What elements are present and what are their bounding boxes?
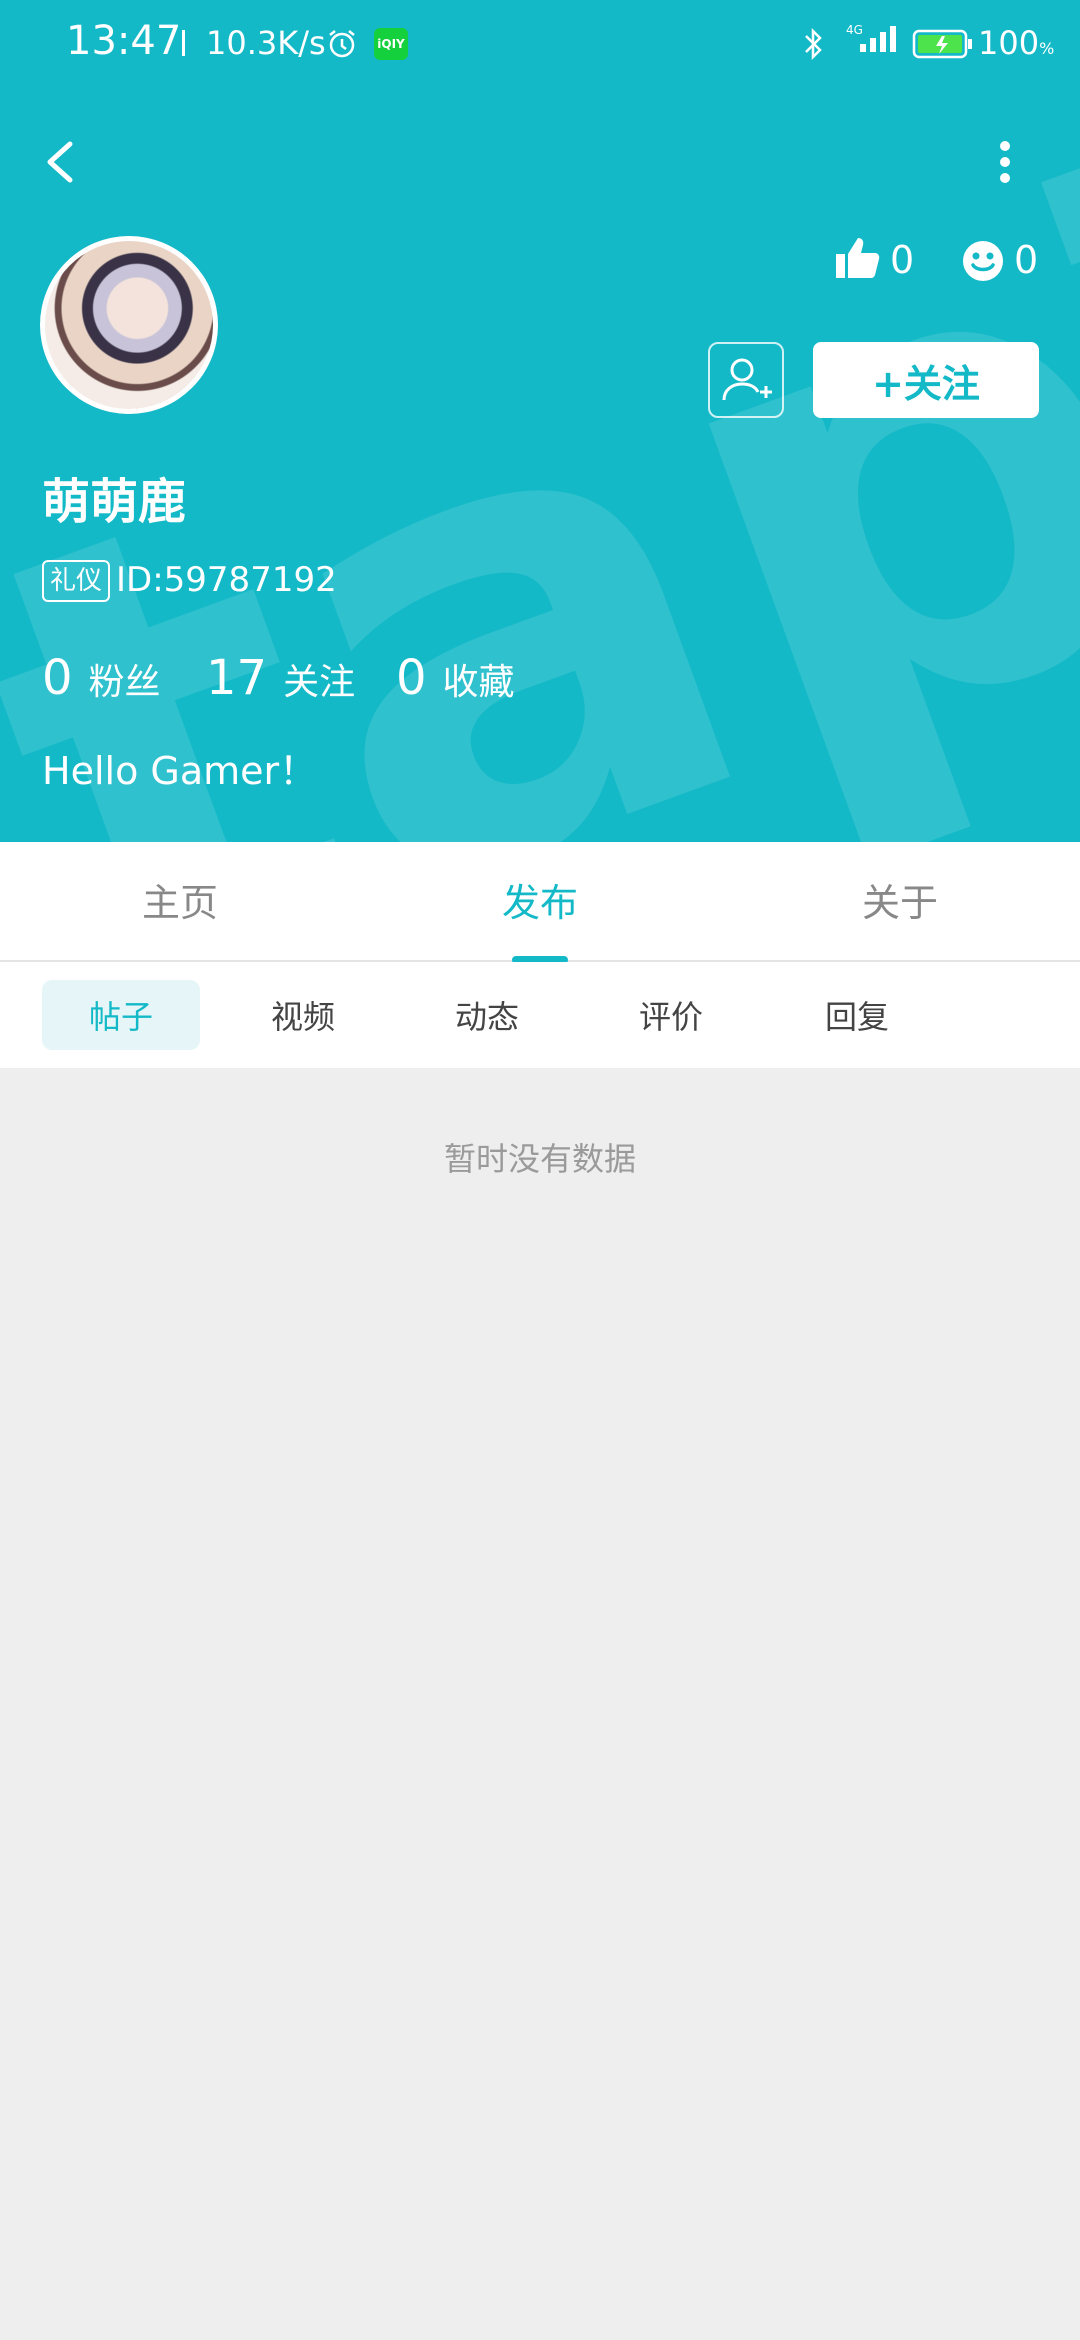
subtab-posts[interactable]: 帖子 [42,980,200,1050]
follow-button[interactable]: +关注 [813,342,1039,418]
subtab-videos[interactable]: 视频 [224,980,382,1050]
back-button[interactable] [36,130,86,190]
subtab-moments[interactable]: 动态 [408,980,566,1050]
status-time: 13:47 [66,18,182,64]
thumbs-up-icon[interactable] [834,236,880,284]
stat-favorites[interactable]: 0 收藏 [396,650,515,706]
signal-icon: 4G [840,22,904,66]
battery-icon [912,28,974,64]
tab-posts[interactable]: 发布 [440,872,640,927]
like-count: 0 [890,238,915,282]
stat-favorites-value: 0 [396,650,427,706]
main-tabs: 主页 发布 关于 [0,842,1080,964]
add-user-icon [722,358,772,401]
back-arrow-icon [47,141,73,183]
add-friend-button[interactable] [708,342,784,418]
stat-following-label: 关注 [283,662,356,703]
stat-following[interactable]: 17 关注 [206,650,355,706]
more-options-button[interactable] [990,130,1020,190]
status-net-speed: 10.3K/s [206,24,326,62]
stat-fans-label: 粉丝 [88,662,161,703]
svg-text:4G: 4G [846,23,863,37]
smile-icon[interactable] [962,240,1004,286]
profile-header: tapTap 13:47 10.3K/s iQIY 4G 100% 0 0 +关… [0,0,1080,842]
stat-following-value: 17 [206,650,268,706]
tab-about[interactable]: 关于 [800,872,1000,927]
stat-favorites-label: 收藏 [442,662,515,703]
smile-count: 0 [1014,238,1039,282]
empty-state-message: 暂时没有数据 [443,1140,636,1178]
more-dots-icon [1000,141,1010,183]
alarm-icon [326,28,358,64]
username: 萌萌鹿 [42,474,187,530]
subtab-replies[interactable]: 回复 [778,980,936,1050]
battery-percent: 100% [978,24,1055,62]
bio: Hello Gamer！ [42,749,318,793]
stat-fans[interactable]: 0 粉丝 [42,650,161,706]
sub-tabs: 帖子 视频 动态 评价 回复 [0,962,1080,1068]
iqiyi-app-icon: iQIY [374,28,408,60]
avatar-image [45,241,213,409]
tab-home[interactable]: 主页 [80,872,280,927]
taptap-watermark: tapTap [0,0,1080,842]
stat-fans-value: 0 [42,650,73,706]
user-id: ID:59787192 [116,560,337,600]
status-divider [182,30,185,56]
subtab-reviews[interactable]: 评价 [592,980,750,1050]
avatar[interactable] [40,236,218,414]
bluetooth-icon [800,26,826,66]
badge[interactable]: 礼仪 [42,560,111,602]
status-bar: 13:47 10.3K/s iQIY 4G 100% [0,0,1080,90]
